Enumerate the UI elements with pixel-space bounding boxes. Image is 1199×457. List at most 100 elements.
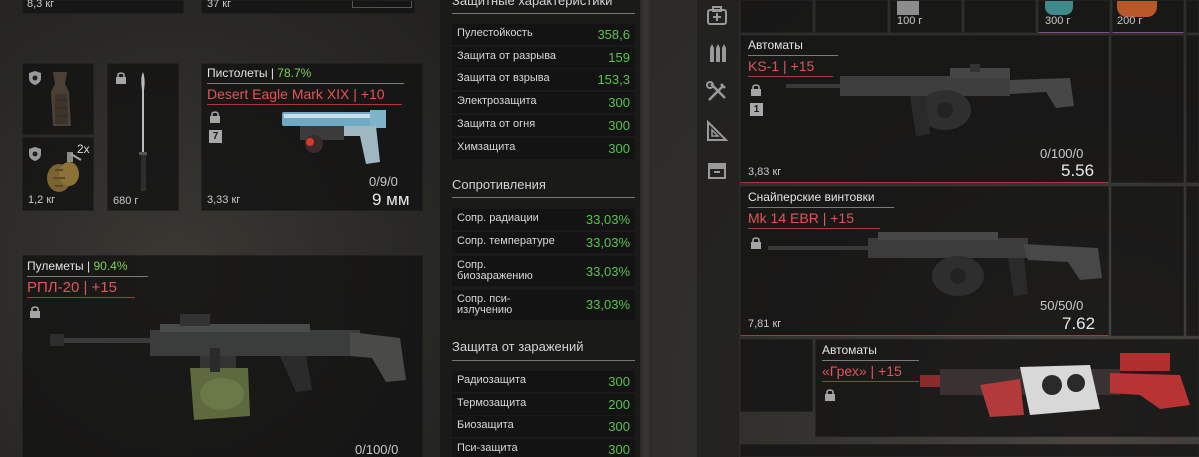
- empty-cell[interactable]: [1186, 0, 1199, 33]
- item-icon: [897, 1, 919, 15]
- weapon-category: Пулеметы | 90.4%: [27, 259, 128, 273]
- grenade-icon: [47, 152, 82, 192]
- lock-icon: [751, 84, 761, 96]
- tool-column: [697, 0, 739, 457]
- stat-row: Пси-защита 300: [452, 439, 635, 457]
- storage-box-icon[interactable]: [703, 156, 731, 184]
- grenade-item-cell[interactable]: 2x 1,2 кг: [22, 137, 94, 211]
- stat-row: Защита от огня 300: [452, 115, 635, 136]
- item-weight: 3,83 кг: [748, 166, 782, 178]
- stat-row: Защита от разрыва 159: [452, 47, 635, 68]
- weapon-category: Снайперские винтовки: [748, 190, 875, 204]
- shield-icon: [29, 71, 41, 85]
- caliber: 5.56: [1061, 161, 1095, 180]
- red-underline: [822, 381, 919, 382]
- red-underline: [27, 297, 135, 298]
- item-cell[interactable]: 100 г: [890, 0, 962, 33]
- cell-gap: [815, 412, 816, 432]
- section-divider: [452, 197, 635, 198]
- stat-row: Термозащита 200: [452, 394, 635, 415]
- stat-row: Защита от взрыва 153,3: [452, 69, 635, 90]
- grekh-rifle-icon: [920, 353, 1190, 417]
- empty-cell[interactable]: [1111, 35, 1184, 183]
- empty-cell[interactable]: [815, 0, 888, 33]
- weapon-name: Mk 14 EBR | +15: [748, 210, 854, 226]
- section-divider: [452, 13, 635, 14]
- grip-item-cell[interactable]: [22, 63, 94, 135]
- protection-title: Защитные характеристики: [452, 0, 613, 8]
- level-badge: 7: [209, 130, 222, 143]
- top-item-cell[interactable]: 37 кг: [201, 0, 415, 14]
- item-cell[interactable]: 300 г: [1038, 0, 1110, 33]
- item-weight: 1,2 кг: [28, 194, 56, 206]
- top-item-cell[interactable]: 8,3 кг: [22, 0, 184, 14]
- stat-row: Пулестойкость 358,6: [452, 24, 635, 45]
- item-weight: 100 г: [897, 15, 923, 27]
- section-divider: [452, 360, 635, 361]
- lock-icon: [751, 237, 761, 249]
- item-weight: 200 г: [1117, 15, 1143, 27]
- empty-cell[interactable]: [1186, 35, 1199, 183]
- empty-cell[interactable]: [740, 444, 1199, 457]
- empty-cell[interactable]: [1186, 186, 1199, 336]
- resist-title: Сопротивления: [452, 177, 546, 192]
- weapon-name: Desert Eagle Mark XIX | +10: [207, 86, 385, 102]
- blueprint-icon[interactable]: [703, 117, 731, 145]
- machine-gun-icon: [50, 314, 406, 420]
- grip-icon: [51, 72, 71, 126]
- ks1-rifle-icon: [786, 64, 1074, 136]
- stat-row: Сопр. радиации 33,03%: [452, 209, 635, 230]
- stat-row: Биозащита 300: [452, 416, 635, 437]
- medkit-icon[interactable]: [703, 2, 731, 30]
- shield-icon: [29, 147, 41, 161]
- item-weight: 680 г: [113, 195, 139, 207]
- item-weight: 300 г: [1045, 15, 1071, 27]
- empty-cell[interactable]: [1111, 186, 1184, 336]
- underline: [748, 207, 894, 208]
- item-icon: [1045, 1, 1073, 15]
- mk14-rifle-icon: [768, 232, 1102, 296]
- stat-row: Сопр. температуре 33,03%: [452, 232, 635, 253]
- empty-slot: [352, 1, 412, 8]
- caliber: 7.62: [1062, 314, 1096, 333]
- item-cell[interactable]: 200 г: [1112, 0, 1184, 33]
- lock-icon: [30, 306, 40, 318]
- ammo-count: 0/100/0: [355, 442, 399, 457]
- underline: [27, 276, 148, 277]
- underline: [748, 55, 838, 56]
- ammo-icon[interactable]: [703, 40, 731, 68]
- ammo-count: 50/50/0: [1040, 298, 1084, 313]
- tools-icon[interactable]: [703, 78, 731, 106]
- knife-item-cell[interactable]: 680 г: [107, 63, 179, 211]
- ammo-count: 0/100/0: [1040, 146, 1084, 161]
- item-weight: 37 кг: [207, 0, 232, 10]
- weapon-category: Автоматы: [822, 343, 877, 357]
- empty-cell[interactable]: [740, 0, 813, 33]
- empty-cell[interactable]: [964, 0, 1036, 33]
- stat-row: Электрозащита 300: [452, 92, 635, 113]
- level-badge: 1: [750, 103, 763, 116]
- stat-row: Радиозащита 300: [452, 371, 635, 392]
- stat-row: Сопр. биозаражению 33,03%: [452, 256, 635, 286]
- item-weight: 8,3 кг: [27, 0, 55, 10]
- underline: [207, 83, 404, 84]
- item-weight: 3,33 кг: [207, 194, 241, 206]
- lock-icon: [116, 72, 126, 84]
- infection-title: Защита от заражений: [452, 339, 584, 354]
- stat-row: Сопр. пси-излучению 33,03%: [452, 290, 635, 320]
- empty-cell[interactable]: [740, 339, 813, 412]
- ammo-count: 0/9/0: [369, 174, 398, 189]
- lock-icon: [825, 389, 835, 401]
- knife-icon: [139, 72, 147, 191]
- panel-divider: [640, 0, 652, 457]
- weapon-name: «Грех» | +15: [822, 363, 902, 379]
- stat-row: Химзащита 300: [452, 138, 635, 159]
- lock-icon: [210, 111, 220, 123]
- pistol-icon: [282, 110, 386, 164]
- red-underline: [207, 104, 402, 105]
- underline: [822, 360, 919, 361]
- weapon-category: Пистолеты | 78.7%: [207, 66, 312, 80]
- weapon-category: Автоматы: [748, 38, 803, 52]
- item-weight: 7,81 кг: [748, 318, 782, 330]
- caliber: 9 мм: [372, 190, 410, 209]
